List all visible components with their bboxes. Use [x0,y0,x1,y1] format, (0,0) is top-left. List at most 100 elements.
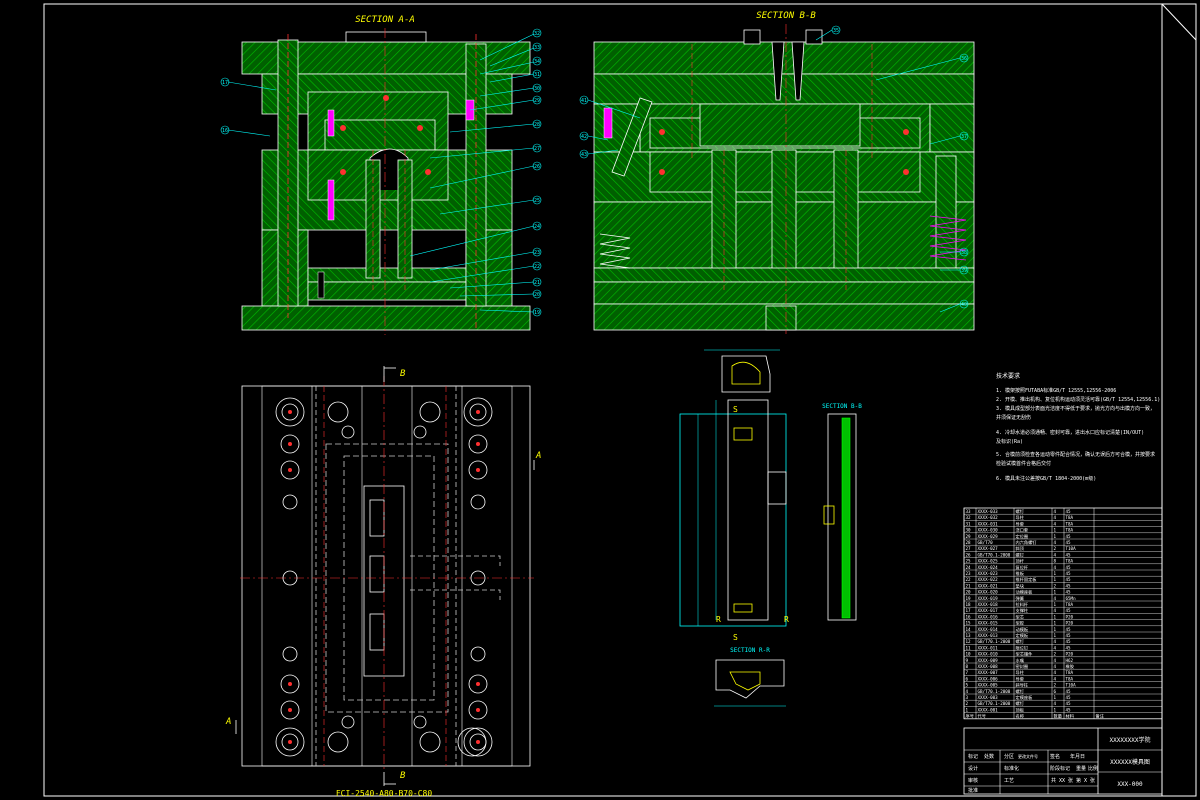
bom-cell: 45 [1066,577,1072,582]
part-balloon-number: 36 [961,56,967,62]
bom-cell: 4 [1054,670,1057,675]
bom-cell: 30 [966,528,972,533]
bom-cell: 14 [966,627,972,632]
bom-cell: 4 [966,689,969,694]
bom-cell: 8 [1054,559,1057,564]
bom-cell: 19 [966,596,972,601]
tb-cell: 标记 [968,753,978,760]
bom-cell: 1 [1054,528,1057,533]
bom-cell: XXXX-011 [978,645,999,650]
bom-cell: T8A [1066,602,1074,607]
bom-cell: 45 [1066,689,1072,694]
bom-cell: 45 [1066,565,1072,570]
part-balloon-number: 32 [534,31,540,37]
bom-cell: 8 [966,664,969,669]
bom-cell: 复位杆 [1016,564,1029,571]
part-balloon-number: 41 [581,98,587,104]
tb-cell: 处数 [984,753,994,760]
mold-base-spec: FCI-2540-A80-B70-C80 [336,789,433,798]
bom-cell: GB/T70.1-2000 [978,701,1011,706]
bom-cell: P20 [1066,614,1074,619]
note-line: 并须保证无刮伤 [996,414,1031,421]
bom-cell: 5 [966,683,969,688]
bom-cell: 13 [966,633,972,638]
bom-cell: 2 [1054,546,1057,551]
bom-cell: 拉料杆 [1016,601,1029,608]
bom-cell: 1 [1054,633,1057,638]
bom-cell: 内六角螺钉 [1016,539,1038,546]
bom-cell: 1 [1054,571,1057,576]
bom-cell: 限位钉 [1016,644,1029,651]
bom-cell: 2 [1054,583,1057,588]
bom-cell: XXXX-009 [978,658,999,663]
part-balloon-number: 16 [222,128,228,134]
bom-header-cell: 数量 [1054,713,1062,720]
part-balloon-number: 29 [534,98,540,104]
plan-cut-b-bottom: B [400,771,406,781]
bom-cell: T8A [1066,528,1074,533]
bom-header-cell: 代号 [978,713,986,720]
bom-cell: T8A [1066,521,1074,526]
tb-cell: 标准化 [1004,765,1019,772]
bom-cell: 45 [1066,540,1072,545]
part-balloon-number: 42 [581,134,587,140]
bom-cell: 4 [1054,540,1057,545]
bom-cell: 型芯镶件 [1016,651,1033,658]
part-balloon-number: 38 [961,250,967,256]
bom-cell: 45 [1066,639,1072,644]
bom-cell: 27 [966,546,972,551]
bom-cell: 4 [1054,608,1057,613]
cut-r-left: R [716,615,721,624]
part-balloon-number: 21 [534,280,540,286]
tb-cell: 比例 [1088,765,1098,772]
bom-cell: XXXX-020 [978,590,999,595]
tb-cell: 分区 [1004,753,1014,760]
bom-cell: 45 [1066,695,1072,700]
drawing-name: XXXXXX模具图 [1110,758,1150,766]
bom-cell: GB/T70.1-2000 [978,552,1011,557]
bom-cell: 动模板 [1016,626,1029,633]
part-balloon-number: 40 [961,302,967,308]
sheet-count: 共 XX 张 第 X 张 [1051,777,1095,784]
bom-cell: 斜导柱 [1016,682,1029,689]
bom-cell: 4 [1054,676,1057,681]
bom-cell: 1 [1054,614,1057,619]
bom-cell: XXXX-032 [978,515,999,520]
bom-cell: 33 [966,509,972,514]
bom-cell: 4 [1054,664,1057,669]
cut-s-top: S [733,405,738,414]
note-line: 3. 模具成型部分表面光洁度不得低于要求，抛光方向与出模方向一致， [996,405,1155,412]
bom-cell: 25 [966,559,972,564]
cad-drawing-sheet: SECTION A-A SECTION B-B B B A A FCI-2540… [0,0,1200,800]
part-balloon-number: 35 [833,28,839,34]
bom-header-cell: 材料 [1066,713,1075,720]
bom-cell: 橡胶 [1066,663,1074,670]
bom-cell: 2 [1054,652,1057,657]
note-line: 2. 开模、推出机构、复位机构运动须灵活可靠(GB/T 12554,12556.… [996,396,1160,403]
tb-cell: 更改文件号 [1018,753,1038,759]
bom-cell: 45 [1066,608,1072,613]
note-line: 6. 模具未注公差按GB/T 1804-2000(m级) [996,475,1096,482]
bom-cell: 弹簧 [1016,595,1024,602]
bom-cell: T10A [1066,683,1077,688]
bom-cell: XXXX-021 [978,583,999,588]
bom-cell: 45 [1066,534,1072,539]
note-line: 检验试模首件合格后交付 [996,460,1051,467]
bom-cell: T8A [1066,515,1074,520]
bom-cell: 9 [966,658,969,663]
bom-cell: GB/T70.1-2000 [978,689,1011,694]
section-aa-title: SECTION A-A [355,15,415,25]
bom-cell: 4 [1054,639,1057,644]
part-balloon-number: 27 [534,146,540,152]
bom-cell: 动模座板 [1016,589,1034,596]
bom-cell: XXXX-013 [978,633,999,638]
company-name: XXXXXXXX学院 [1110,736,1151,744]
bom-cell: 斜顶 [1016,545,1025,552]
bom-cell: XXXX-024 [978,565,999,570]
bom-cell: 螺钉 [1016,551,1025,558]
bom-cell: 2 [1054,683,1057,688]
part-section-rr-title: SECTION R-R [730,647,770,654]
bom-cell: 4 [1054,565,1057,570]
bom-cell: 4 [1054,658,1057,663]
part-balloon-number: 33 [534,45,540,51]
